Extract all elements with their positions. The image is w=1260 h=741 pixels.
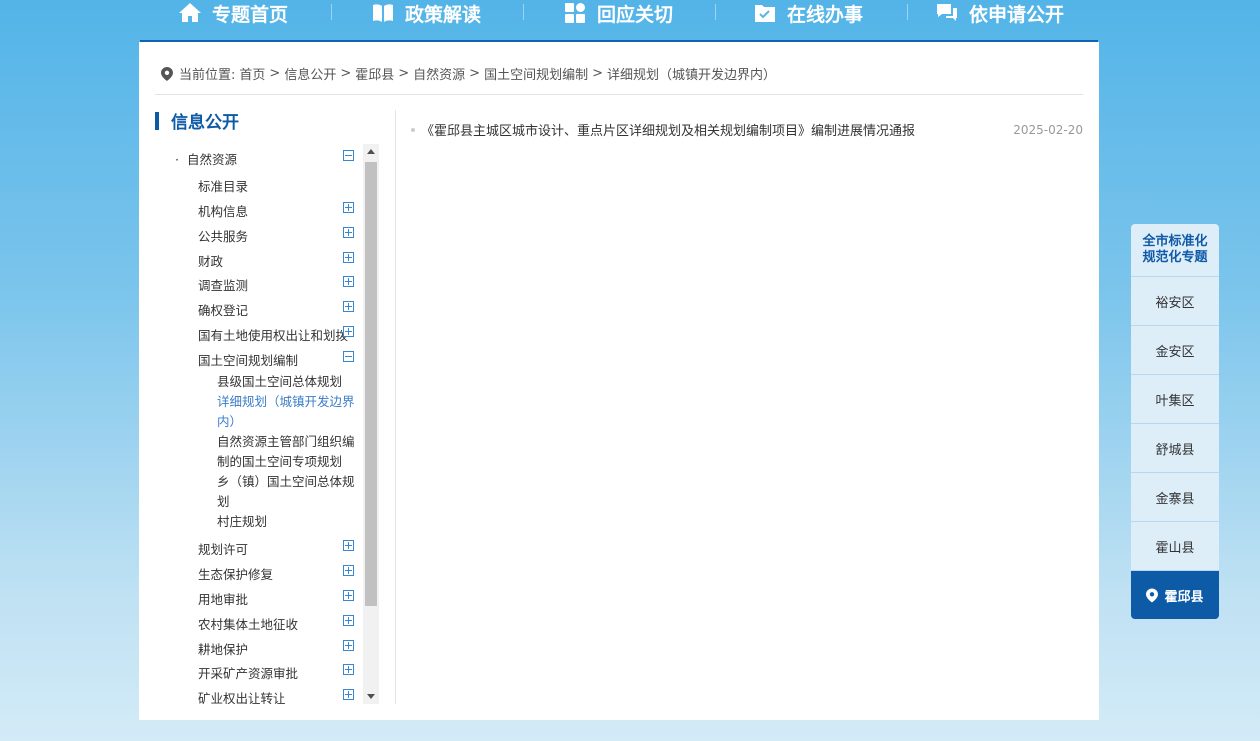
bullet-dot-icon	[411, 127, 415, 132]
scroll-down-icon[interactable]	[367, 694, 375, 699]
tree-bullet: ·	[175, 152, 179, 167]
folder-check-icon	[755, 5, 775, 22]
scroll-up-icon[interactable]	[367, 149, 375, 154]
nav-item-application[interactable]: 依申请公开	[935, 0, 1064, 26]
breadcrumb-county[interactable]: 霍邱县	[355, 64, 394, 83]
book-icon	[373, 4, 393, 23]
breadcrumb-sep: >	[398, 66, 410, 81]
tree-item-land-transfer[interactable]: 国有土地使用权出让和划拨	[198, 325, 348, 344]
article-title[interactable]: 《霍邱县主城区城市设计、重点片区详细规划及相关规划编制项目》编制进展情况通报	[421, 120, 1013, 139]
expand-icon[interactable]	[343, 664, 354, 675]
district-nav-header[interactable]: 全市标准化 规范化专题	[1131, 224, 1219, 277]
district-yeji[interactable]: 叶集区	[1131, 375, 1219, 424]
tree-item-farmland[interactable]: 耕地保护	[198, 639, 248, 658]
article-list-item[interactable]: 《霍邱县主城区城市设计、重点片区详细规划及相关规划编制项目》编制进展情况通报 2…	[411, 120, 1083, 139]
breadcrumb-info[interactable]: 信息公开	[284, 64, 336, 83]
tree-item-detailed-plan[interactable]: 详细规划（城镇开发边界内）	[217, 392, 357, 432]
breadcrumb-sep: >	[269, 66, 281, 81]
column-divider	[395, 110, 396, 704]
tree-item-mining-rights[interactable]: 矿业权出让转让	[198, 688, 286, 704]
sidebar-scrollbar[interactable]	[363, 144, 379, 704]
tree-item-special-plan[interactable]: 自然资源主管部门组织编制的国土空间专项规划	[217, 432, 357, 472]
tree-item-eco-restoration[interactable]: 生态保护修复	[198, 564, 273, 583]
breadcrumb-sep: >	[469, 66, 481, 81]
scrollbar-thumb[interactable]	[365, 162, 377, 606]
chat-icon	[937, 4, 957, 21]
breadcrumb-divider	[155, 94, 1083, 95]
expand-icon[interactable]	[343, 540, 354, 551]
collapse-icon[interactable]	[343, 351, 354, 362]
district-jinan[interactable]: 金安区	[1131, 326, 1219, 375]
location-pin-icon	[161, 66, 173, 81]
tree-item-org-info[interactable]: 机构信息	[198, 201, 248, 220]
expand-icon[interactable]	[343, 202, 354, 213]
tree-item-planning-permit[interactable]: 规划许可	[198, 539, 248, 558]
title-accent-bar	[155, 111, 159, 130]
top-nav: 专题首页 政策解读 回应关切 在线办事 依申请公开	[140, 0, 1098, 42]
nav-divider	[331, 4, 332, 20]
sidebar-tree: · 自然资源 标准目录 机构信息 公共服务 财政 调查监测 确权登记 国有土地使…	[155, 144, 379, 704]
nav-item-policy[interactable]: 政策解读	[371, 0, 481, 26]
expand-icon[interactable]	[343, 640, 354, 651]
tree-item-village-plan[interactable]: 村庄规划	[217, 512, 357, 532]
tree-item-survey[interactable]: 调查监测	[198, 275, 248, 294]
nav-item-response[interactable]: 回应关切	[563, 0, 673, 26]
breadcrumb-prefix: 当前位置:	[179, 68, 236, 83]
expand-icon[interactable]	[343, 276, 354, 287]
breadcrumb-planning[interactable]: 国土空间规划编制	[484, 64, 588, 83]
nav-divider	[907, 4, 908, 20]
grid-icon	[565, 3, 585, 23]
breadcrumb-home[interactable]: 首页	[239, 64, 265, 83]
location-pin-icon	[1146, 588, 1159, 602]
district-huoshan[interactable]: 霍山县	[1131, 522, 1219, 571]
tree-item-finance[interactable]: 财政	[198, 251, 223, 270]
breadcrumb-natural-resources[interactable]: 自然资源	[413, 64, 465, 83]
content-panel: 当前位置: 首页 > 信息公开 > 霍邱县 > 自然资源 > 国土空间规划编制 …	[139, 42, 1099, 720]
collapse-icon[interactable]	[343, 150, 354, 161]
district-huoqiu[interactable]: 霍邱县	[1131, 571, 1219, 619]
expand-icon[interactable]	[343, 227, 354, 238]
nav-item-online[interactable]: 在线办事	[753, 0, 863, 26]
expand-icon[interactable]	[343, 590, 354, 601]
nav-divider	[523, 4, 524, 20]
expand-icon[interactable]	[343, 615, 354, 626]
tree-item-county-master-plan[interactable]: 县级国土空间总体规划	[217, 372, 357, 392]
nav-divider	[715, 4, 716, 20]
nav-item-home[interactable]: 专题首页	[178, 0, 288, 26]
tree-item-township-plan[interactable]: 乡（镇）国土空间总体规划	[217, 472, 357, 512]
tree-item-public-service[interactable]: 公共服务	[198, 226, 248, 245]
expand-icon[interactable]	[343, 689, 354, 700]
district-yuan[interactable]: 裕安区	[1131, 277, 1219, 326]
tree-item-land-expropriation[interactable]: 农村集体土地征收	[198, 614, 298, 633]
breadcrumb-current[interactable]: 详细规划（城镇开发边界内）	[607, 64, 776, 83]
district-jinzhai[interactable]: 金寨县	[1131, 473, 1219, 522]
tree-item-standard-catalog[interactable]: 标准目录	[198, 176, 248, 195]
tree-item-spatial-planning[interactable]: 国土空间规划编制	[198, 350, 298, 369]
breadcrumb-sep: >	[592, 66, 603, 81]
tree-item-mining-approval[interactable]: 开采矿产资源审批	[198, 663, 298, 682]
expand-icon[interactable]	[343, 326, 354, 337]
district-shucheng[interactable]: 舒城县	[1131, 424, 1219, 473]
tree-item-land-approval[interactable]: 用地审批	[198, 589, 248, 608]
breadcrumb-sep: >	[340, 66, 352, 81]
home-icon	[179, 3, 201, 22]
sidebar-title: 信息公开	[155, 108, 239, 133]
expand-icon[interactable]	[343, 565, 354, 576]
breadcrumb: 当前位置: 首页 > 信息公开 > 霍邱县 > 自然资源 > 国土空间规划编制 …	[161, 64, 776, 83]
article-date: 2025-02-20	[1013, 122, 1083, 137]
expand-icon[interactable]	[343, 252, 354, 263]
tree-item-registration[interactable]: 确权登记	[198, 300, 248, 319]
district-nav: 全市标准化 规范化专题 裕安区 金安区 叶集区 舒城县 金寨县 霍山县 霍邱县	[1131, 224, 1219, 619]
expand-icon[interactable]	[343, 301, 354, 312]
tree-root-natural-resources[interactable]: · 自然资源	[175, 149, 237, 168]
